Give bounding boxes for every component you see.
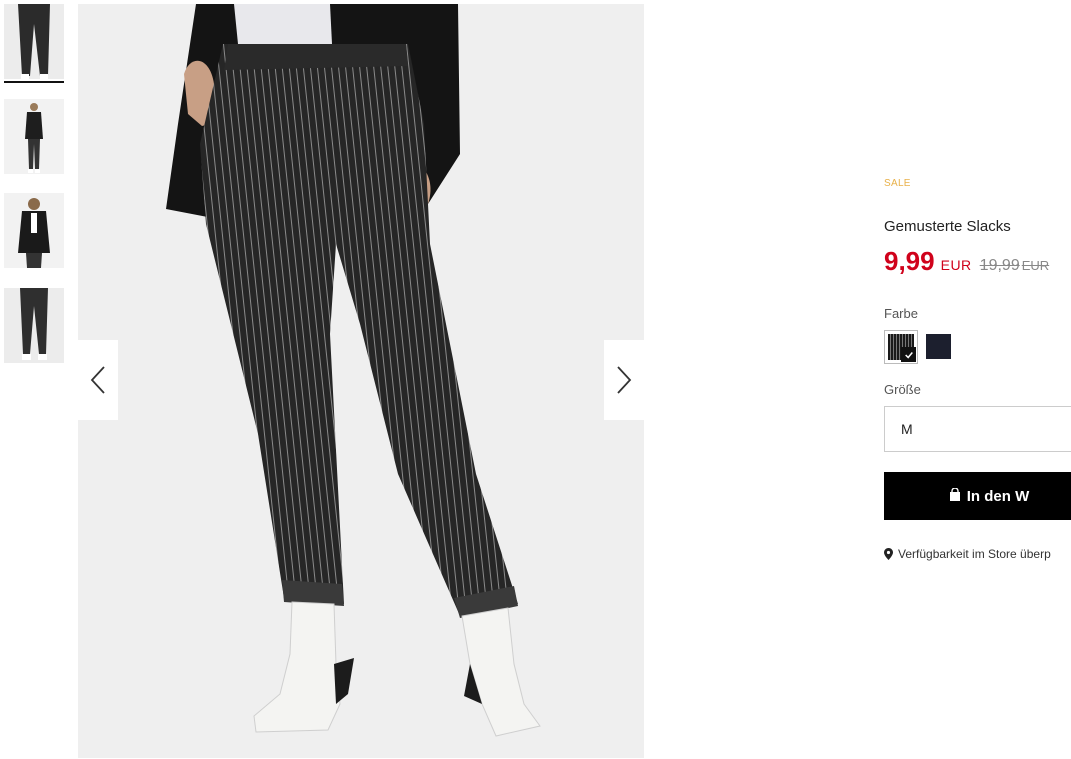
add-to-cart-label: In den W <box>966 487 1030 505</box>
product-title: Gemusterte Slacks <box>884 218 1011 235</box>
color-swatch-navy[interactable] <box>926 334 951 359</box>
product-info-panel: SALE Gemusterte Slacks 9,99 EUR 19,99 EUR F… <box>884 0 1071 759</box>
color-swatch-pinstripe[interactable] <box>884 330 918 364</box>
product-main-image <box>78 4 644 758</box>
chevron-left-icon <box>90 366 105 394</box>
size-selected-value: M <box>901 421 913 437</box>
thumbnail-4[interactable] <box>4 288 64 363</box>
thumbnail-image <box>4 193 64 268</box>
current-price-currency: EUR <box>940 257 972 273</box>
old-price-currency: EUR <box>1021 258 1050 273</box>
active-thumbnail-indicator <box>4 81 64 83</box>
old-price: 19,99 <box>979 257 1020 274</box>
thumbnail-image <box>4 288 64 363</box>
thumbnail-1[interactable] <box>4 4 64 79</box>
store-availability-link[interactable]: Verfügbarkeit im Store überp <box>884 547 1051 561</box>
size-label: Größe <box>884 382 921 397</box>
add-to-cart-button[interactable]: In den W <box>884 472 1071 520</box>
product-photo <box>78 4 644 758</box>
sale-badge: SALE <box>884 178 911 189</box>
thumbnail-2[interactable] <box>4 99 64 174</box>
store-availability-label: Verfügbarkeit im Store überp <box>898 547 1051 561</box>
price-row: 9,99 EUR 19,99 EUR <box>884 246 1049 277</box>
shopping-bag-icon <box>949 486 961 505</box>
chevron-right-icon <box>617 366 632 394</box>
thumbnail-3[interactable] <box>4 193 64 268</box>
prev-image-button[interactable] <box>78 340 118 420</box>
check-icon <box>901 347 916 362</box>
current-price: 9,99 <box>884 246 935 276</box>
size-select[interactable]: M <box>884 406 1071 452</box>
color-label: Farbe <box>884 306 918 321</box>
thumbnail-image <box>4 4 64 79</box>
thumbnail-image <box>4 99 64 174</box>
map-pin-icon <box>884 548 893 560</box>
next-image-button[interactable] <box>604 340 644 420</box>
